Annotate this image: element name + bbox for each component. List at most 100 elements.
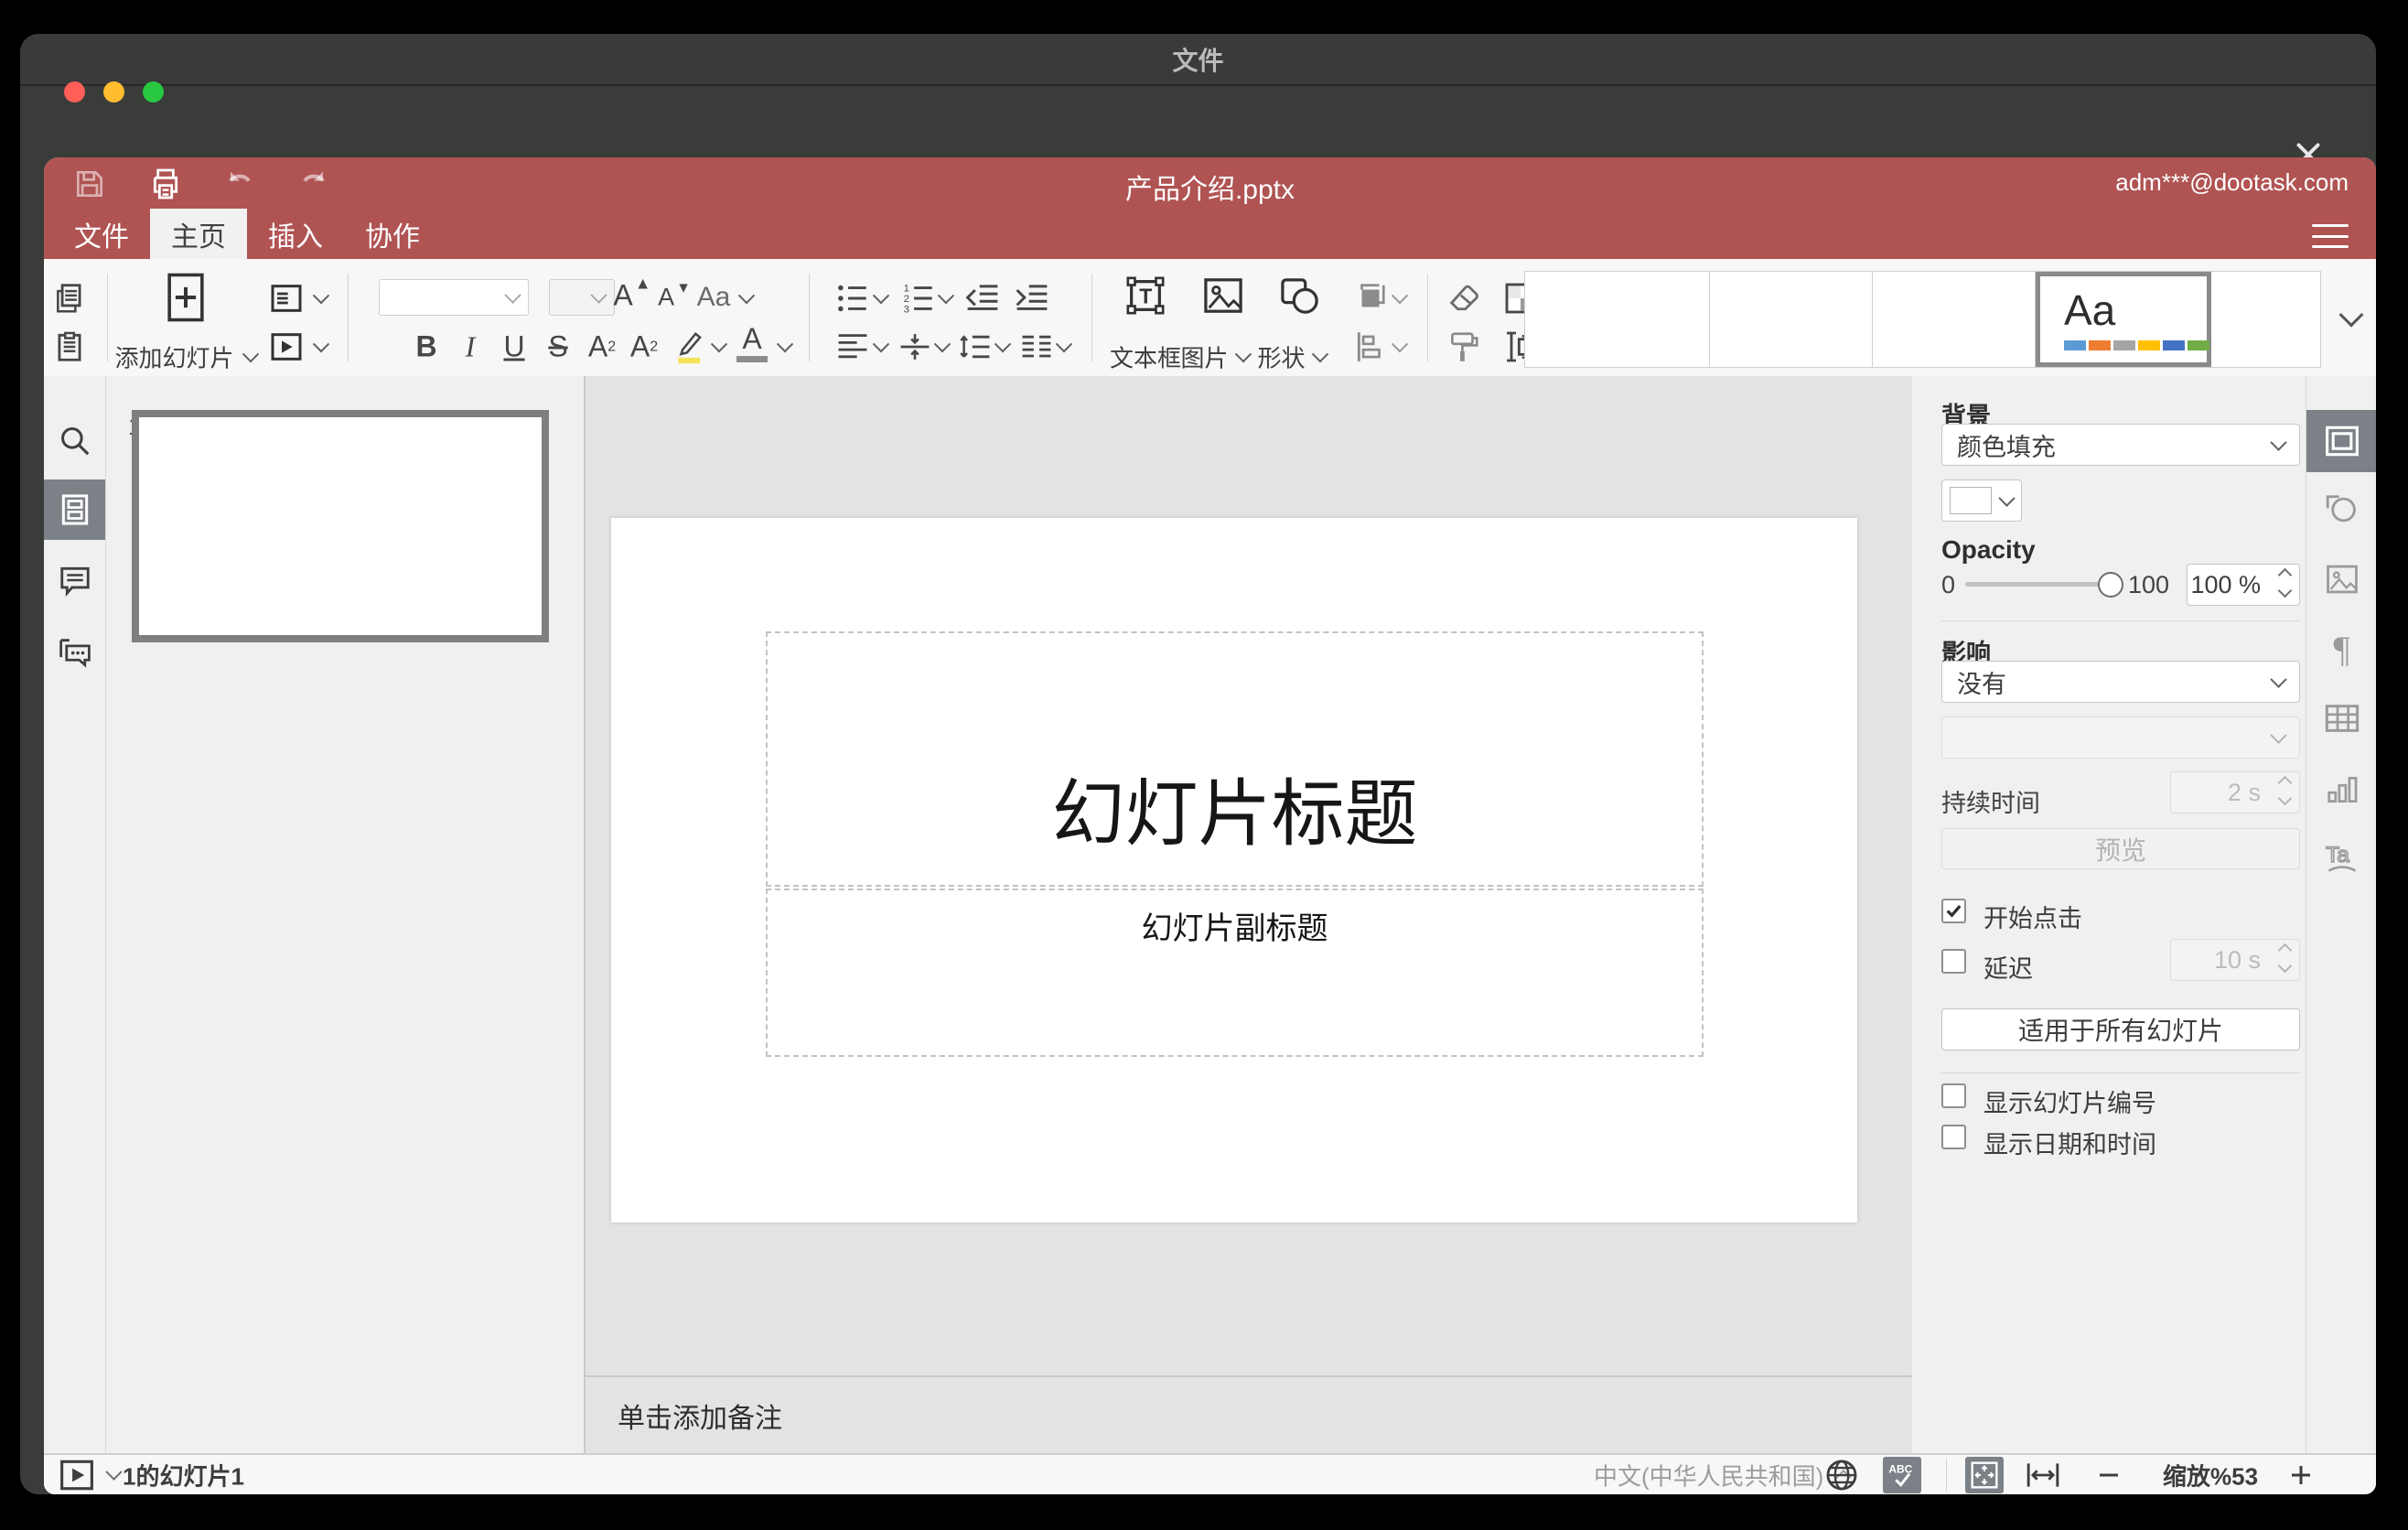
theme-option[interactable]	[2211, 272, 2320, 367]
show-slide-number-checkbox[interactable]	[1941, 1083, 1966, 1108]
theme-gallery-expand-button[interactable]	[2338, 302, 2364, 328]
bullets-button[interactable]	[834, 282, 871, 315]
paste-button[interactable]	[52, 329, 87, 364]
comments-panel-button[interactable]	[44, 550, 105, 610]
traffic-zoom-button[interactable]	[143, 81, 164, 102]
numbering-chevron[interactable]	[937, 286, 955, 305]
strikethrough-button[interactable]: S	[548, 330, 567, 364]
fit-to-slide-button[interactable]	[1965, 1456, 2004, 1493]
theme-option[interactable]	[1525, 272, 1710, 367]
theme-option[interactable]	[1710, 272, 1873, 367]
opacity-slider-track[interactable]	[1965, 582, 2110, 587]
columns-button[interactable]	[1019, 331, 1054, 362]
arrange-chevron[interactable]	[1391, 286, 1409, 305]
vertical-align-button[interactable]	[898, 331, 932, 362]
insert-image-button[interactable]	[1202, 276, 1244, 315]
copy-style-button[interactable]	[1446, 329, 1481, 365]
start-preview-chevron[interactable]	[312, 335, 330, 353]
change-case-chevron[interactable]	[737, 286, 756, 305]
table-settings-button[interactable]	[2306, 687, 2376, 749]
horizontal-align-chevron[interactable]	[872, 335, 890, 353]
font-size-select[interactable]	[549, 279, 615, 316]
delay-checkbox[interactable]	[1941, 949, 1966, 974]
title-placeholder[interactable]: 幻灯片标题	[766, 631, 1704, 887]
apply-to-all-slides-button[interactable]: 适用于所有幻灯片	[1941, 1008, 2300, 1051]
line-spacing-chevron[interactable]	[994, 335, 1012, 353]
slides-panel-button[interactable]	[44, 479, 105, 540]
font-color-chevron[interactable]	[776, 335, 794, 353]
change-case-button[interactable]: Aa	[697, 282, 731, 313]
spell-check-button[interactable]: ABC	[1883, 1456, 1921, 1493]
effect-type-select[interactable]	[1941, 717, 2300, 759]
slide-editor[interactable]: 幻灯片标题 幻灯片副标题	[611, 518, 1857, 1223]
align-objects-button[interactable]	[1353, 329, 1388, 364]
bullets-chevron[interactable]	[872, 286, 890, 305]
vertical-align-chevron[interactable]	[933, 335, 951, 353]
search-panel-button[interactable]	[44, 411, 105, 471]
preview-button[interactable]: 预览	[1941, 828, 2300, 869]
tab-collaboration[interactable]: 协作	[344, 209, 441, 259]
add-slide-label-row[interactable]: 添加幻灯片	[114, 340, 260, 374]
insert-image-label[interactable]: 图片	[1180, 340, 1252, 374]
traffic-minimize-button[interactable]	[103, 81, 124, 102]
bold-button[interactable]: B	[415, 330, 436, 364]
background-fill-select[interactable]: 颜色填充	[1941, 424, 2300, 466]
language-selector[interactable]: 中文(中华人民共和国)	[1594, 1458, 1852, 1492]
superscript-button[interactable]: A2	[588, 330, 616, 364]
textart-settings-button[interactable]: Ta	[2306, 826, 2376, 889]
font-name-select[interactable]	[379, 279, 529, 316]
subtitle-placeholder[interactable]: 幻灯片副标题	[766, 889, 1704, 1057]
theme-option-selected[interactable]: Aa	[2036, 272, 2211, 367]
line-spacing-button[interactable]	[958, 331, 993, 362]
increase-font-button[interactable]: A ▲	[613, 275, 650, 313]
increase-indent-button[interactable]	[1014, 282, 1050, 315]
opacity-slider-knob[interactable]	[2098, 572, 2123, 598]
insert-textbox-label[interactable]: 文本框	[1110, 340, 1181, 374]
effect-select[interactable]: 没有	[1941, 661, 2300, 703]
delay-spinner[interactable]: 10 s	[2170, 939, 2300, 981]
menu-button[interactable]	[2312, 224, 2349, 248]
theme-option[interactable]	[1873, 272, 2036, 367]
start-preview-button[interactable]	[268, 329, 305, 365]
horizontal-align-button[interactable]	[835, 331, 870, 362]
zoom-in-button[interactable]	[2287, 1461, 2315, 1489]
tab-insert[interactable]: 插入	[247, 209, 344, 259]
font-color-button[interactable]: A	[736, 324, 768, 362]
duration-spinner[interactable]: 2 s	[2170, 771, 2300, 813]
highlight-color-button[interactable]	[673, 329, 706, 364]
slide-thumbnail[interactable]	[132, 410, 549, 642]
italic-button[interactable]: I	[466, 330, 476, 364]
start-on-click-checkbox[interactable]	[1941, 899, 1966, 923]
zoom-out-button[interactable]	[2095, 1461, 2123, 1489]
insert-textbox-button[interactable]: T	[1124, 275, 1166, 317]
shape-settings-button[interactable]	[2306, 479, 2376, 541]
insert-shape-button[interactable]	[1279, 276, 1321, 315]
copy-button[interactable]	[52, 281, 87, 316]
slide-layout-button[interactable]	[268, 280, 305, 317]
subscript-button[interactable]: A2	[630, 330, 658, 364]
fit-to-width-button[interactable]	[2026, 1460, 2060, 1490]
slide-settings-button[interactable]	[2306, 410, 2376, 472]
paragraph-settings-button[interactable]: ¶	[2306, 618, 2376, 680]
clear-style-button[interactable]	[1446, 280, 1482, 317]
decrease-indent-button[interactable]	[964, 282, 1001, 315]
tab-home[interactable]: 主页	[150, 209, 247, 259]
columns-chevron[interactable]	[1055, 335, 1073, 353]
insert-shape-label[interactable]: 形状	[1257, 340, 1329, 374]
start-slideshow-button[interactable]	[59, 1459, 123, 1492]
highlight-color-chevron[interactable]	[710, 335, 728, 353]
chart-settings-button[interactable]	[2306, 759, 2376, 821]
background-color-picker[interactable]	[1941, 479, 2022, 522]
add-slide-button[interactable]	[165, 271, 207, 324]
arrange-button[interactable]	[1353, 281, 1388, 316]
image-settings-button[interactable]	[2306, 548, 2376, 610]
decrease-font-button[interactable]: A ▼	[658, 280, 691, 312]
notes-area[interactable]: 单击添加备注	[586, 1375, 1912, 1453]
slide-layout-chevron[interactable]	[312, 286, 330, 305]
tab-file[interactable]: 文件	[53, 209, 150, 259]
chat-panel-button[interactable]	[44, 621, 105, 682]
numbering-button[interactable]: 1 2 3	[900, 282, 937, 315]
traffic-close-button[interactable]	[64, 81, 85, 102]
underline-button[interactable]: U	[503, 330, 524, 364]
opacity-spinner[interactable]: 100 %	[2187, 564, 2300, 606]
